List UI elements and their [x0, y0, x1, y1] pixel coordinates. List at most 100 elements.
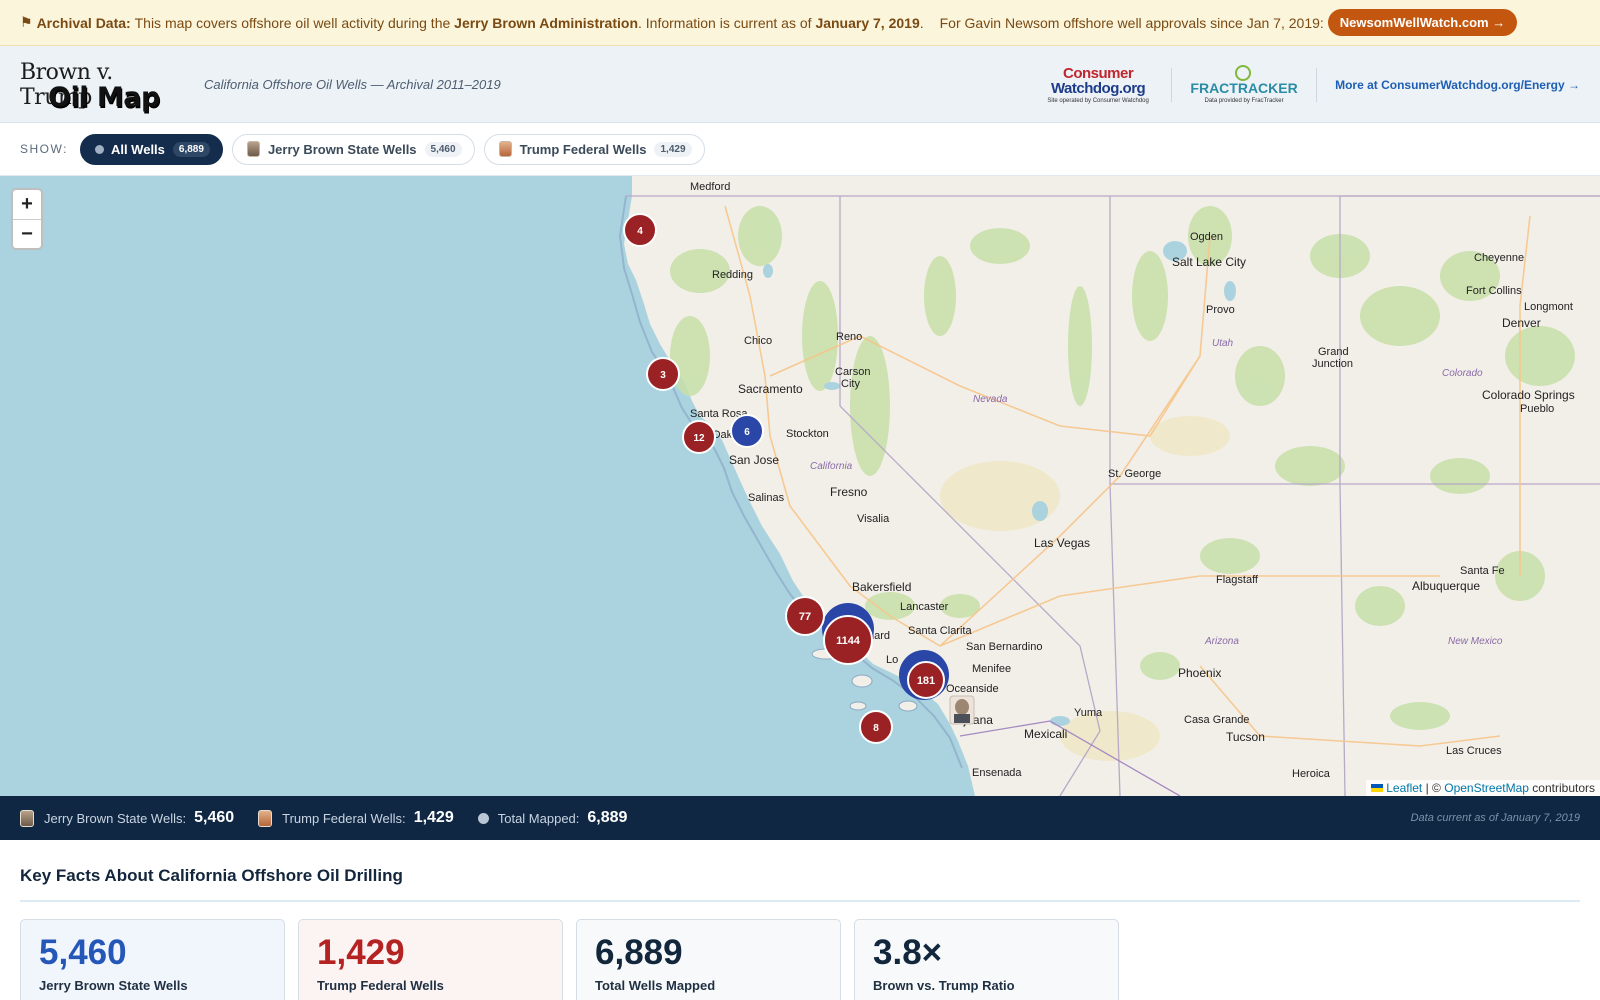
place-label: City — [841, 378, 860, 390]
fact-card-value: 1,429 — [317, 933, 405, 972]
place-label: Grand — [1318, 346, 1349, 358]
wells-map[interactable]: Medford Redding Chico Reno Carson City S… — [0, 176, 1600, 796]
place-label: Ogden — [1190, 231, 1223, 243]
place-label: Colorado — [1442, 368, 1483, 379]
stat-total: Total Mapped: 6,889 — [477, 809, 628, 827]
place-label: Reno — [836, 331, 862, 343]
banner-newsom-text: For Gavin Newsom offshore well approvals… — [939, 14, 1324, 31]
cw-sub: Site operated by Consumer Watchdog — [1047, 97, 1149, 104]
total-dot-icon — [477, 812, 489, 824]
jerry-brown-avatar-icon — [20, 809, 34, 827]
trump-avatar-icon — [498, 141, 512, 157]
partner-divider — [1171, 67, 1173, 102]
place-label: Visalia — [857, 513, 890, 525]
well-cluster-marker[interactable]: 12 — [682, 420, 716, 454]
fact-card-trump: 1,429 Trump Federal Wells — [298, 919, 563, 1000]
fact-card-value: 5,460 — [39, 933, 127, 972]
place-label: Lancaster — [900, 601, 949, 613]
stats-strip: Jerry Brown State Wells: 5,460 Trump Fed… — [0, 796, 1600, 840]
well-cluster-marker[interactable]: 1144 — [823, 615, 873, 665]
leaflet-link[interactable]: Leaflet — [1386, 781, 1422, 795]
place-label: Phoenix — [1178, 666, 1221, 680]
zoom-control: + − — [11, 188, 43, 250]
banner-date: January 7, 2019 — [815, 14, 920, 31]
jerry-brown-photo-marker[interactable] — [949, 695, 975, 725]
logo-line-2: Oil Map — [48, 82, 160, 113]
stat-total-value: 6,889 — [587, 809, 628, 826]
well-cluster-marker[interactable]: 8 — [859, 710, 893, 744]
fractracker-logo[interactable]: FRACTRACKER Data provided by FracTracker — [1190, 65, 1298, 104]
more-energy-link[interactable]: More at ConsumerWatchdog.org/Energy → — [1335, 78, 1580, 92]
place-label: Casa Grande — [1184, 714, 1249, 726]
place-label: St. George — [1108, 468, 1161, 480]
place-label: Nevada — [973, 394, 1008, 405]
banner-text-3: . — [919, 14, 924, 31]
place-label: Carson — [835, 366, 870, 378]
well-cluster-marker[interactable]: 181 — [907, 661, 945, 699]
stat-brown-value: 5,460 — [194, 809, 235, 826]
place-label: Flagstaff — [1216, 574, 1259, 586]
place-label: San Jose — [729, 453, 779, 467]
zoom-in-button[interactable]: + — [13, 190, 41, 219]
cw-name-b: Watchdog.org — [1050, 79, 1146, 97]
place-label: Lo — [886, 654, 898, 666]
place-label: Tucson — [1226, 730, 1265, 744]
well-cluster-marker[interactable]: 3 — [646, 357, 680, 391]
filter-brown-label: Jerry Brown State Wells — [267, 141, 417, 157]
place-label: Arizona — [1204, 636, 1239, 647]
ft-name: FRACTRACKER — [1190, 80, 1298, 96]
key-facts-section: Key Facts About California Offshore Oil … — [0, 840, 1600, 1000]
map-canvas: Medford Redding Chico Reno Carson City S… — [618, 176, 1600, 796]
filter-all-wells[interactable]: All Wells 6,889 — [79, 133, 223, 165]
banner-text-2: . Information is current as of — [638, 14, 812, 31]
channel-island — [898, 700, 918, 712]
place-label: Santa Fe — [1460, 565, 1505, 577]
place-label: Colorado Springs — [1482, 388, 1575, 402]
show-label: SHOW: — [20, 142, 68, 156]
filter-all-label: All Wells — [110, 141, 165, 157]
filter-trump-wells[interactable]: Trump Federal Wells 1,429 — [483, 133, 705, 165]
filter-trump-count: 1,429 — [654, 141, 692, 157]
zoom-out-button[interactable]: − — [13, 219, 41, 248]
fact-card-label: Jerry Brown State Wells — [39, 978, 188, 993]
banner-admin: Jerry Brown Administration — [454, 14, 639, 31]
cluster-label: 8 — [873, 723, 879, 734]
ukraine-flag-icon — [1371, 784, 1384, 792]
site-logo[interactable]: Brown v. Trump Oil Map — [20, 54, 190, 114]
data-current-note: Data current as of January 7, 2019 — [1410, 812, 1580, 824]
place-label: Pueblo — [1520, 403, 1554, 415]
channel-island — [851, 674, 873, 688]
cluster-label: 3 — [660, 370, 666, 381]
consumer-watchdog-logo[interactable]: Consumer Watchdog.org Site operated by Co… — [1043, 66, 1153, 104]
place-label: Salt Lake City — [1172, 255, 1246, 269]
place-label: Junction — [1312, 358, 1353, 370]
place-label: Medford — [690, 181, 730, 193]
site-subtitle: California Offshore Oil Wells — Archival… — [204, 76, 501, 92]
place-label: Salinas — [748, 492, 785, 504]
place-label: Albuquerque — [1412, 579, 1480, 593]
filter-brown-count: 5,460 — [424, 141, 462, 157]
place-label: Las Vegas — [1034, 536, 1090, 550]
partner-logos: Consumer Watchdog.org Site operated by Co… — [1043, 46, 1580, 123]
well-cluster-marker[interactable]: 77 — [785, 596, 825, 636]
site-header: Brown v. Trump Oil Map California Offsho… — [0, 46, 1600, 123]
filter-trump-label: Trump Federal Wells — [519, 141, 647, 157]
place-label: Oceanside — [946, 683, 999, 695]
well-cluster-marker[interactable]: 6 — [730, 414, 764, 448]
place-label: San Bernardino — [966, 641, 1042, 653]
newsom-link-button[interactable]: NewsomWellWatch.com → — [1327, 9, 1518, 36]
fractracker-icon — [1235, 65, 1252, 81]
stat-total-label: Total Mapped: — [497, 810, 580, 826]
ft-sub: Data provided by FracTracker — [1204, 98, 1284, 104]
place-label: Denver — [1502, 316, 1541, 330]
flag-icon: ⚑ — [20, 14, 33, 30]
channel-island — [849, 701, 867, 711]
osm-link[interactable]: OpenStreetMap — [1444, 781, 1529, 795]
key-facts-heading: Key Facts About California Offshore Oil … — [20, 866, 1580, 902]
stat-brown: Jerry Brown State Wells: 5,460 — [20, 809, 234, 827]
well-cluster-marker[interactable]: 4 — [623, 213, 657, 247]
place-label: California — [810, 461, 853, 472]
archival-banner: ⚑ Archival Data: This map covers offshor… — [0, 0, 1600, 46]
filter-bar: SHOW: All Wells 6,889 Jerry Brown State … — [0, 123, 1600, 176]
filter-brown-wells[interactable]: Jerry Brown State Wells 5,460 — [231, 133, 475, 165]
